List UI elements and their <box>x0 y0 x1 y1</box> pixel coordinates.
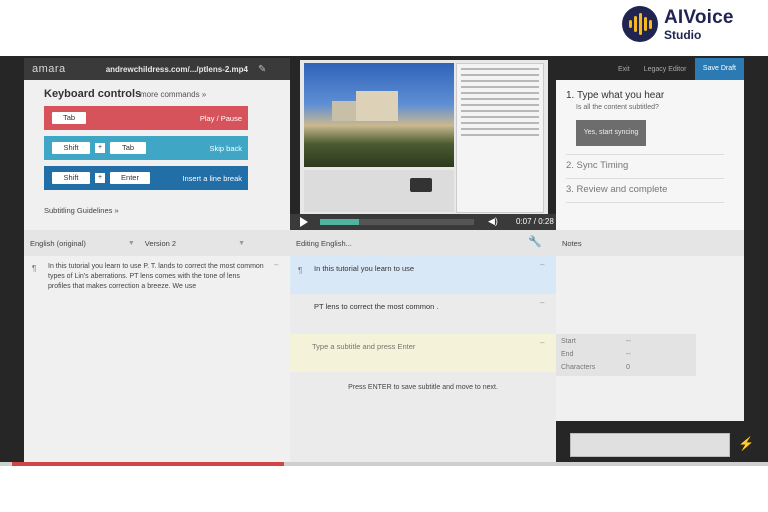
subtitle-row[interactable]: ¶ In this tutorial you learn to use – <box>290 256 556 294</box>
key-tab: Tab <box>52 112 86 124</box>
key-shift: Shift <box>52 142 90 154</box>
subtitling-guidelines-link[interactable]: Subtitling Guidelines » <box>44 206 119 215</box>
player-controls: ◀) 0:07 / 0:28 <box>290 214 556 230</box>
editing-label: Editing English... <box>296 238 352 248</box>
collapse-icon[interactable]: – <box>274 260 278 269</box>
shortcut-skip-back: Shift + Tab Skip back <box>44 136 248 160</box>
original-language-select[interactable]: English (original) <box>30 239 86 248</box>
original-subtitle-text: In this tutorial you learn to use P. T. … <box>48 263 264 290</box>
key-shift: Shift <box>52 172 90 184</box>
version-select[interactable]: Version 2 <box>145 239 176 248</box>
new-subtitle-row: – <box>290 334 556 372</box>
app-logo[interactable]: amara <box>32 63 66 75</box>
progress-bar[interactable] <box>320 219 474 225</box>
wrench-icon[interactable]: 🔧 <box>528 235 542 248</box>
key-plus: + <box>95 173 105 183</box>
key-tab: Tab <box>110 142 146 154</box>
enter-hint: Press ENTER to save subtitle and move to… <box>348 384 498 391</box>
subtitle-text: In this tutorial you learn to use <box>314 264 415 273</box>
editor-tabs: Exit Legacy Editor Save Draft <box>556 58 744 80</box>
edit-pencil-icon[interactable]: ✎ <box>258 64 266 75</box>
timeline-progress <box>12 462 284 466</box>
video-frame <box>304 63 454 167</box>
play-icon[interactable] <box>300 217 308 227</box>
chevron-down-icon[interactable]: ▼ <box>128 240 135 247</box>
shortcut-play-pause: Tab Play / Pause <box>44 106 248 130</box>
characters-label: Characters <box>561 364 596 371</box>
remove-icon[interactable]: – <box>540 338 544 347</box>
start-syncing-button[interactable]: Yes, start syncing <box>576 120 646 146</box>
new-subtitle-input[interactable] <box>312 342 522 351</box>
video-side-panel <box>456 63 544 213</box>
more-commands-link[interactable]: more commands » <box>140 90 206 99</box>
timecode: 0:07 / 0:28 <box>516 217 554 226</box>
volume-icon[interactable]: ◀) <box>488 216 498 227</box>
shortcut-action: Insert a line break <box>182 173 242 183</box>
start-label: Start <box>561 338 576 345</box>
chevron-down-icon[interactable]: ▼ <box>238 240 245 247</box>
soundwave-icon <box>622 6 658 42</box>
save-draft-button[interactable]: Save Draft <box>694 58 744 80</box>
shortcut-action: Play / Pause <box>199 113 242 123</box>
notes-input[interactable] <box>570 433 730 457</box>
brand-name: AIVoice <box>664 6 734 28</box>
brand-logo: AIVoice Studio <box>622 6 734 42</box>
keyboard-controls-panel: Keyboard controls more commands » Tab Pl… <box>24 80 290 230</box>
step-review: 3. Review and complete <box>566 184 668 195</box>
workflow-steps: 1. Type what you hear Is all the content… <box>556 80 744 230</box>
subtitle-text: PT lens to correct the most common . <box>314 302 439 311</box>
page: AIVoice Studio amara andrewchildress.com… <box>0 0 768 512</box>
video-player[interactable] <box>300 60 548 214</box>
characters-value: 0 <box>626 364 630 371</box>
editor-topbar: amara andrewchildress.com/.../ptlens-2.m… <box>24 58 290 80</box>
pilcrow-icon: ¶ <box>32 264 37 273</box>
original-column-header: English (original) ▼ Version 2 ▼ <box>24 230 290 256</box>
keyboard-controls-title: Keyboard controls <box>44 88 142 100</box>
subtitle-meta: Start -- End -- Characters 0 <box>556 334 696 376</box>
end-value: -- <box>626 351 631 358</box>
legacy-editor-link[interactable]: Legacy Editor <box>644 66 687 73</box>
step-sync-timing: 2. Sync Timing <box>566 160 629 171</box>
leaf-icon[interactable]: ⚡ <box>738 436 754 452</box>
brand-subtitle: Studio <box>664 27 702 42</box>
remove-icon[interactable]: – <box>540 260 544 269</box>
pilcrow-icon: ¶ <box>298 266 303 275</box>
notes-column-header: Notes <box>556 230 744 256</box>
step-type: 1. Type what you hear <box>566 90 665 101</box>
notes-label: Notes <box>562 238 582 248</box>
shortcut-line-break: Shift + Enter Insert a line break <box>44 166 248 190</box>
shortcut-action: Skip back <box>209 143 242 153</box>
start-value: -- <box>626 338 631 345</box>
original-text-column: ¶ In this tutorial you learn to use P. T… <box>24 256 290 466</box>
notes-column: Start -- End -- Characters 0 <box>556 256 744 421</box>
video-dialog <box>410 178 432 192</box>
remove-icon[interactable]: – <box>540 298 544 307</box>
end-label: End <box>561 351 574 358</box>
key-plus: + <box>95 143 105 153</box>
video-filename: andrewchildress.com/.../ptlens-2.mp4 <box>105 64 248 74</box>
editor-app: amara andrewchildress.com/.../ptlens-2.m… <box>0 56 768 466</box>
subtitle-row[interactable]: PT lens to correct the most common . – <box>290 294 556 332</box>
step-question: Is all the content subtitled? <box>576 104 659 111</box>
exit-link[interactable]: Exit <box>618 66 630 73</box>
editing-column-header: Editing English... 🔧 <box>290 230 556 256</box>
key-enter: Enter <box>110 172 150 184</box>
subtitle-editor: ¶ In this tutorial you learn to use – PT… <box>290 256 556 466</box>
